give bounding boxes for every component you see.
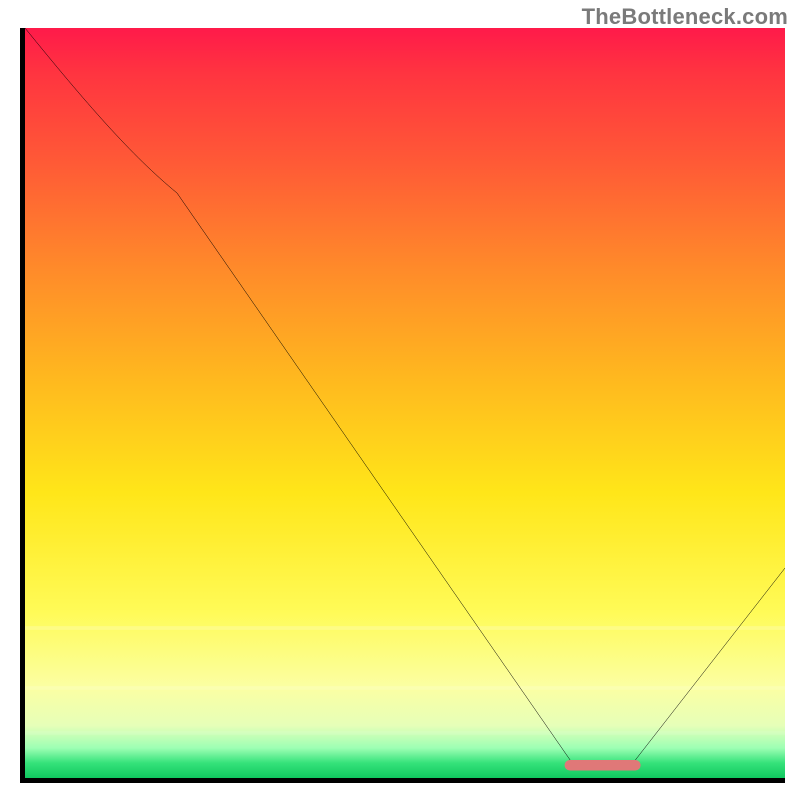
sweet-spot-bar <box>565 760 641 771</box>
chart-container: TheBottleneck.com <box>0 0 800 800</box>
watermark-text: TheBottleneck.com <box>582 4 788 30</box>
bottleneck-curve <box>25 28 785 763</box>
chart-svg <box>25 28 785 778</box>
plot-area <box>20 28 785 783</box>
